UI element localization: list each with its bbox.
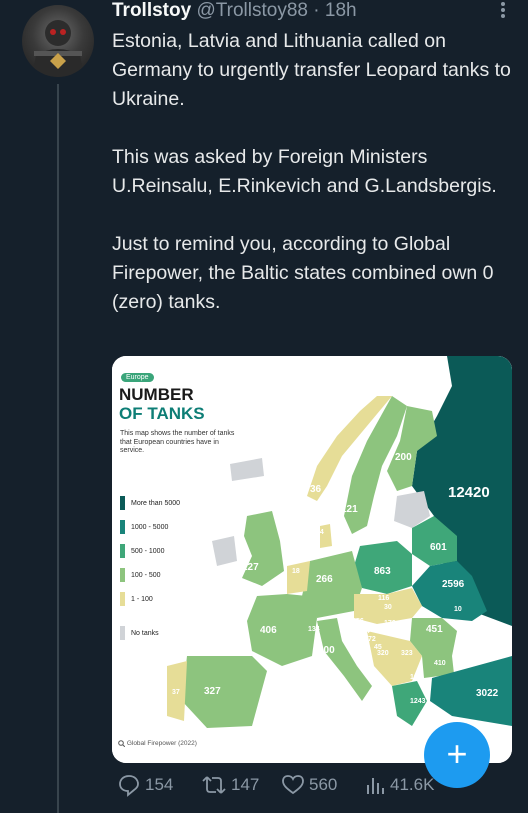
value-serbia: 320	[377, 650, 389, 657]
map-title: NUMBER OF TANKS	[119, 385, 239, 423]
legend-item: 100 - 500	[120, 563, 180, 587]
value-turkey: 3022	[476, 688, 499, 699]
value-poland: 863	[374, 566, 391, 577]
display-name[interactable]: Trollstoy	[112, 0, 191, 21]
value-germany: 266	[316, 574, 333, 585]
value-norway: 36	[310, 484, 322, 495]
heart-icon	[282, 775, 304, 795]
tweet-image[interactable]: Europe NUMBER OF TANKS This map shows th…	[112, 356, 512, 763]
map-legend: More than 5000 1000 - 5000 500 - 1000 10…	[120, 491, 180, 645]
region-denmark	[320, 524, 332, 548]
reply-button[interactable]: 154	[117, 770, 173, 800]
value-portugal: 37	[172, 689, 180, 696]
separator-dot: ·	[313, 0, 320, 21]
retweet-count: 147	[231, 775, 260, 794]
map-title-line2: OF TANKS	[119, 404, 205, 423]
map-description: This map shows the number of tanks that …	[120, 430, 235, 454]
value-finland: 200	[395, 452, 412, 463]
like-count: 560	[309, 775, 338, 794]
tweet-text: Estonia, Latvia and Lithuania called on …	[112, 30, 511, 313]
value-greece: 1243	[410, 698, 426, 705]
value-belarus: 601	[430, 542, 447, 553]
retweet-icon	[202, 776, 226, 794]
map-title-line1: NUMBER	[119, 385, 194, 404]
value-bulgaria: 410	[434, 660, 446, 667]
value-slovakia: 30	[384, 604, 392, 611]
search-icon	[118, 740, 126, 748]
retweet-button[interactable]: 147	[201, 770, 259, 800]
value-czechia: 116	[378, 595, 390, 602]
value-austria: 56	[356, 618, 364, 625]
value-switzerland: 134	[308, 626, 320, 633]
value-denmark: 44	[316, 529, 324, 536]
legend-item: No tanks	[120, 621, 180, 645]
value-italy: 200	[318, 645, 335, 656]
compose-tweet-button[interactable]: +	[424, 722, 490, 788]
value-hungary: 176	[384, 620, 396, 627]
value-montenegro: 323	[401, 650, 413, 657]
region-benelux	[287, 561, 310, 594]
more-options-icon[interactable]	[500, 0, 506, 22]
map-source-text: Global Firepower (2022)	[126, 740, 197, 748]
legend-item: 1 - 100	[120, 587, 180, 611]
value-netherlands: 18	[292, 568, 300, 575]
thread-line	[57, 84, 59, 813]
reply-count: 154	[145, 775, 174, 794]
views-icon	[367, 778, 384, 794]
avatar-image	[32, 20, 84, 77]
value-ukraine: 2596	[442, 579, 465, 590]
legend-item: More than 5000	[120, 491, 180, 515]
region-badge: Europe	[121, 373, 154, 382]
user-avatar[interactable]	[22, 5, 94, 77]
legend-item: 1000 - 5000	[120, 515, 180, 539]
like-button[interactable]: 560	[281, 770, 337, 800]
legend-item: 500 - 1000	[120, 539, 180, 563]
value-romania: 451	[426, 624, 443, 635]
value-russia: 12420	[448, 484, 490, 501]
plus-icon: +	[446, 733, 468, 774]
map-source: Global Firepower (2022)	[118, 740, 197, 747]
reply-icon	[119, 775, 139, 797]
value-uk: 227	[242, 562, 259, 573]
value-france: 406	[260, 625, 277, 636]
value-sweden: 121	[341, 504, 358, 515]
tweet-header: Trollstoy @Trollstoy88 · 18h	[112, 0, 357, 22]
value-n-macedonia: 10	[410, 674, 418, 681]
value-slovenia: 14	[362, 628, 370, 635]
value-spain: 327	[204, 686, 221, 697]
tweet-time[interactable]: 18h	[325, 0, 357, 21]
value-moldova: 10	[454, 606, 462, 613]
user-handle[interactable]: @Trollstoy88	[196, 0, 308, 21]
value-croatia: 72	[368, 636, 376, 643]
